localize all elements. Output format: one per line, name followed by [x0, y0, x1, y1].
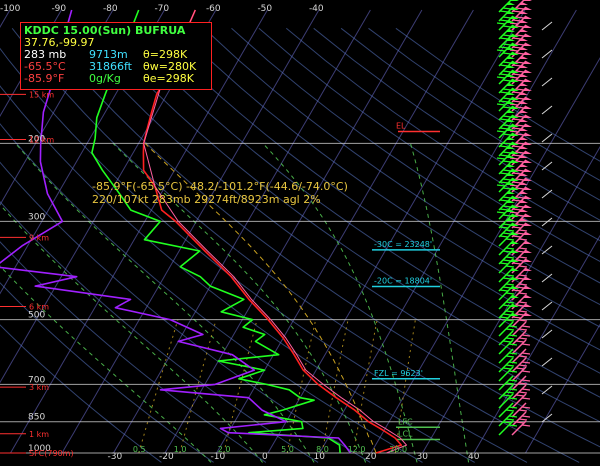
bottom-temp-tick: -30 — [108, 452, 123, 462]
cursor-line-1: -85.9°F(-65.5°C) -48.2/-101.2°F(-44.6/-7… — [92, 180, 348, 193]
bottom-temp-tick: -10 — [211, 452, 226, 462]
height-label: 9 km — [29, 233, 49, 242]
level-marker-label: EL — [396, 121, 406, 130]
height-label: 12 km — [29, 135, 54, 144]
top-temp-tick: -100 — [0, 4, 21, 14]
height-label: 1 km — [29, 430, 49, 439]
theta-e-value: θe=298K — [143, 72, 194, 85]
bottom-temp-tick: 0 — [262, 452, 268, 462]
top-temp-tick: -40 — [309, 4, 324, 14]
level-marker-label: -20C = 18804' — [374, 277, 432, 286]
level-marker-label: LFC — [398, 417, 413, 426]
mixing-ratio-value: 0g/Kg — [89, 72, 121, 85]
bottom-temp-tick: 40 — [468, 452, 480, 462]
pressure-tick-label: 300 — [28, 212, 45, 222]
mixing-ratio-label: 5.0 — [281, 445, 294, 454]
height-label: 3 km — [29, 383, 49, 392]
temp-fahrenheit: -85.9°F — [24, 72, 65, 85]
cursor-readout: -85.9°F(-65.5°C) -48.2/-101.2°F(-44.6/-7… — [92, 180, 348, 206]
level-marker-label: LCL — [398, 429, 413, 438]
height-label: SFC(790m) — [29, 449, 74, 458]
bottom-temp-tick: 30 — [417, 452, 429, 462]
level-marker-label: FZL = 9623' — [374, 369, 423, 378]
bottom-temp-tick: 20 — [365, 452, 377, 462]
mixing-ratio-label: 1.0 — [174, 445, 187, 454]
mixing-ratio-label: 0.5 — [133, 445, 146, 454]
top-temp-tick: -70 — [154, 4, 169, 14]
top-temp-tick: -60 — [206, 4, 221, 14]
top-temp-tick: -50 — [257, 4, 272, 14]
bottom-temp-tick: 10 — [314, 452, 326, 462]
height-label: 6 km — [29, 303, 49, 312]
top-temp-tick: -90 — [51, 4, 66, 14]
readout-panel: KDDC 15.00(Sun) BUFRUA 37.76,-99.97 283 … — [20, 22, 212, 90]
mixing-ratio-label: 12.0 — [348, 445, 366, 454]
height-label: 15 km — [29, 90, 54, 99]
bottom-temp-tick: -20 — [159, 452, 174, 462]
cursor-line-2: 220/107kt 283mb 29274ft/8923m agl 2% — [92, 193, 321, 206]
top-temp-tick: -80 — [103, 4, 118, 14]
level-marker-label: -30C = 23248' — [374, 240, 432, 249]
mixing-ratio-label: 20.0 — [389, 445, 407, 454]
pressure-tick-label: 850 — [28, 413, 45, 423]
pressure-tick-label: 500 — [28, 311, 45, 321]
